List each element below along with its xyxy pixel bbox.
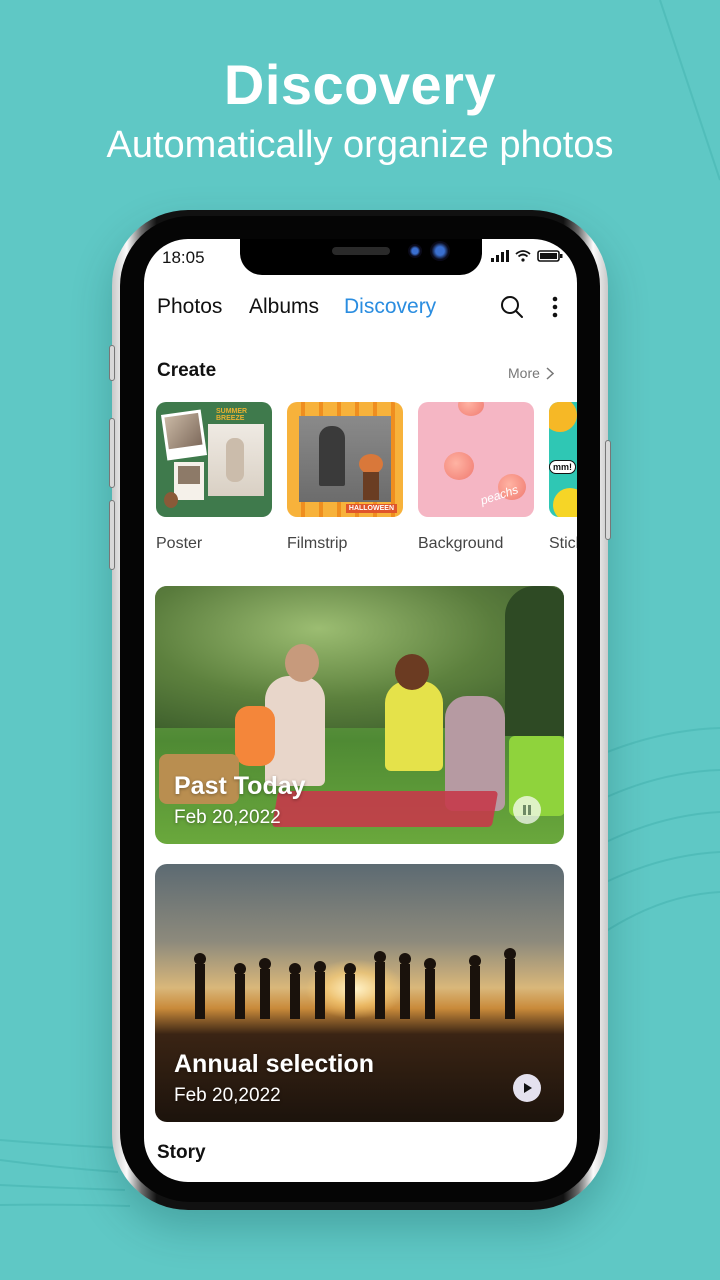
create-label-background: Background: [418, 535, 504, 552]
tab-discovery[interactable]: Discovery: [344, 295, 436, 319]
memory-card-past-today[interactable]: Past Today Feb 20,2022: [155, 586, 564, 844]
status-time: 18:05: [162, 248, 205, 267]
filmstrip-thumbnail: HALLOWEEN: [287, 402, 403, 517]
memory-title: Annual selection: [174, 1050, 375, 1078]
create-label-filmstrip: Filmstrip: [287, 535, 348, 552]
memory-date: Feb 20,2022: [174, 1085, 281, 1106]
sensor-icon: [408, 244, 422, 258]
create-label-stickers: Stickers: [549, 535, 577, 552]
create-carousel: SUMMER BREEZE Poster HALLOWEEN Filmstrip: [156, 402, 577, 562]
notch: [240, 239, 482, 275]
signal-icon: [491, 250, 509, 262]
background-thumbnail: peachs: [418, 402, 534, 517]
tab-albums[interactable]: Albums: [249, 295, 319, 319]
create-item-filmstrip[interactable]: HALLOWEEN Filmstrip: [287, 402, 403, 553]
sunset-photo: [155, 864, 564, 1122]
phone-volume-down-button: [109, 500, 115, 570]
play-icon[interactable]: [513, 1074, 541, 1102]
memory-date: Feb 20,2022: [174, 807, 281, 828]
top-navigation: Photos Albums Discovery: [144, 295, 577, 325]
battery-icon: [537, 250, 563, 262]
tab-photos[interactable]: Photos: [157, 295, 222, 319]
create-item-stickers[interactable]: mm! Stickers: [549, 402, 577, 553]
pause-icon[interactable]: [513, 796, 541, 824]
promo-headline: Discovery: [223, 53, 497, 116]
create-label-poster: Poster: [156, 535, 203, 552]
jumping-silhouettes: [194, 948, 516, 1019]
chevron-right-icon: [546, 366, 554, 380]
more-label: More: [508, 365, 540, 381]
poster-thumbnail: SUMMER BREEZE: [156, 402, 272, 517]
stickers-thumb-text: mm!: [549, 460, 577, 474]
status-icons: [491, 250, 563, 262]
memory-card-annual-selection[interactable]: Annual selection Feb 20,2022: [155, 864, 564, 1122]
create-item-background[interactable]: peachs Background: [418, 402, 534, 553]
phone-volume-up-button: [109, 418, 115, 488]
phone-screen: 18:05 Photos Albums Discovery Create Mor…: [144, 239, 577, 1182]
search-icon[interactable]: [500, 295, 524, 319]
memory-title: Past Today: [174, 772, 306, 800]
stickers-thumbnail: mm!: [549, 402, 577, 517]
front-camera-icon: [430, 241, 450, 261]
create-more-link[interactable]: More: [508, 365, 554, 381]
wifi-icon: [515, 250, 531, 262]
phone-side-button: [109, 345, 115, 381]
story-section-title: Story: [157, 1142, 206, 1163]
phone-power-button: [605, 440, 611, 540]
poster-thumb-text: SUMMER BREEZE: [216, 408, 248, 422]
picnic-photo: [155, 586, 564, 844]
promo-subheadline: Automatically organize photos: [106, 124, 614, 166]
more-vertical-icon[interactable]: [548, 295, 562, 319]
create-item-poster[interactable]: SUMMER BREEZE Poster: [156, 402, 272, 553]
filmstrip-thumb-text: HALLOWEEN: [345, 504, 397, 513]
speaker-grille: [332, 247, 390, 255]
create-section-title: Create: [157, 360, 217, 381]
